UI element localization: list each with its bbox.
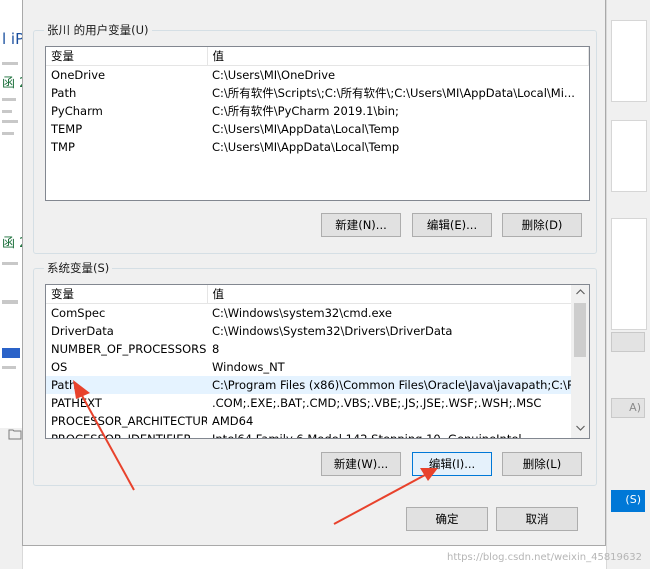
user-delete-button[interactable]: 删除(D) xyxy=(502,213,582,237)
background-text-fragment: l iP xyxy=(2,30,25,48)
variable-name-cell: PROCESSOR_IDENTIFIER xyxy=(51,432,192,439)
scroll-up-icon[interactable] xyxy=(572,285,589,302)
variable-name-cell: PROCESSOR_ARCHITECTURE xyxy=(51,414,207,428)
background-line xyxy=(2,98,16,101)
variable-name-cell: Path xyxy=(51,86,77,100)
list-header: 变量 值 xyxy=(46,285,574,304)
system-delete-button[interactable]: 删除(L) xyxy=(502,452,582,476)
variable-value-cell: 8 xyxy=(212,342,220,356)
table-row[interactable]: TMP C:\Users\MI\AppData\Local\Temp xyxy=(46,138,589,156)
folder-icon xyxy=(8,428,22,444)
variable-value-cell: .COM;.EXE;.BAT;.CMD;.VBS;.VBE;.JS;.JSE;.… xyxy=(212,396,542,410)
variable-value-cell: C:\Users\MI\AppData\Local\Temp xyxy=(212,140,400,154)
variable-value-cell: C:\Windows\System32\Drivers\DriverData xyxy=(212,324,453,338)
table-row[interactable]: Path C:\Program Files (x86)\Common Files\… xyxy=(46,376,574,394)
variable-name-cell: NUMBER_OF_PROCESSORS xyxy=(51,342,207,356)
variable-value-cell: C:\Program Files (x86)\Common Files\Orac… xyxy=(207,376,574,394)
variable-value-cell: AMD64 xyxy=(212,414,254,428)
system-new-button[interactable]: 新建(W)... xyxy=(321,452,401,476)
table-row[interactable]: PROCESSOR_ARCHITECTURE AMD64 xyxy=(46,412,574,430)
background-button xyxy=(611,332,645,352)
variable-value-cell: C:\Users\MI\OneDrive xyxy=(212,68,336,82)
background-line xyxy=(2,132,14,135)
background-button-a: A) xyxy=(611,398,645,418)
cancel-button[interactable]: 取消 xyxy=(496,507,578,531)
background-line xyxy=(2,110,12,113)
variable-name-cell: TEMP xyxy=(51,122,83,136)
system-edit-button[interactable]: 编辑(I)... xyxy=(412,452,492,476)
scroll-thumb[interactable] xyxy=(574,303,586,357)
scroll-down-icon[interactable] xyxy=(572,421,589,438)
table-row[interactable]: ComSpec C:\Windows\system32\cmd.exe xyxy=(46,304,574,323)
background-panel xyxy=(611,120,647,192)
variable-name-cell: ComSpec xyxy=(51,306,106,320)
table-row[interactable]: Path C:\所有软件\Scripts\;C:\所有软件\;C:\Users\M… xyxy=(46,84,589,102)
variable-name-cell: Path xyxy=(46,376,207,394)
table-row[interactable]: PyCharm C:\所有软件\PyCharm 2019.1\bin; xyxy=(46,102,589,120)
column-header-variable[interactable]: 变量 xyxy=(46,47,208,66)
user-variables-list[interactable]: 变量 值 OneDrive C:\Users\MI\OneDrive Path C:\… xyxy=(45,46,590,201)
background-line xyxy=(2,262,18,265)
background-panel xyxy=(611,20,647,102)
environment-variables-dialog: 张川 的用户变量(U) 变量 值 OneDrive C:\Users\MI\One… xyxy=(22,0,606,546)
background-line xyxy=(2,62,18,65)
background-app-left-bottom xyxy=(0,428,23,569)
ok-button[interactable]: 确定 xyxy=(406,507,488,531)
column-header-value[interactable]: 值 xyxy=(207,47,589,66)
user-variables-label: 张川 的用户变量(U) xyxy=(47,23,149,37)
variable-name-cell: OneDrive xyxy=(51,68,106,82)
variable-name-cell: DriverData xyxy=(51,324,114,338)
variable-value-cell: Windows_NT xyxy=(212,360,285,374)
column-header-value[interactable]: 值 xyxy=(207,285,574,304)
table-row[interactable]: DriverData C:\Windows\System32\Drivers\Dr… xyxy=(46,322,574,340)
variable-name-cell: PyCharm xyxy=(51,104,103,118)
user-new-button[interactable]: 新建(N)... xyxy=(321,213,401,237)
background-line xyxy=(2,120,18,123)
variable-value-cell: Intel64 Family 6 Model 142 Stepping 10, … xyxy=(212,432,522,439)
variable-value-cell: C:\Windows\system32\cmd.exe xyxy=(212,306,392,320)
variable-value-cell: C:\所有软件\PyCharm 2019.1\bin; xyxy=(212,104,399,118)
watermark: https://blog.csdn.net/weixin_45819632 xyxy=(446,552,642,563)
system-list-scrollbar[interactable] xyxy=(571,285,589,438)
list-header: 变量 值 xyxy=(46,47,589,66)
system-variables-label: 系统变量(S) xyxy=(47,261,110,275)
background-window-right: A) (S) xyxy=(606,0,650,569)
table-row[interactable]: PROCESSOR_IDENTIFIER Intel64 Family 6 Mod… xyxy=(46,430,574,439)
variable-name-cell: PATHEXT xyxy=(51,396,102,410)
background-line xyxy=(2,366,16,369)
table-row[interactable]: TEMP C:\Users\MI\AppData\Local\Temp xyxy=(46,120,589,138)
variable-name-cell: TMP xyxy=(51,140,75,154)
table-row[interactable]: OneDrive C:\Users\MI\OneDrive xyxy=(46,66,589,85)
variable-name-cell: OS xyxy=(51,360,68,374)
table-row[interactable]: PATHEXT .COM;.EXE;.BAT;.CMD;.VBS;.VBE;.JS… xyxy=(46,394,574,412)
table-row[interactable]: NUMBER_OF_PROCESSORS 8 xyxy=(46,340,574,358)
background-panel xyxy=(611,218,647,330)
variable-value-cell: C:\所有软件\Scripts\;C:\所有软件\;C:\Users\MI\Ap… xyxy=(212,86,575,100)
background-line xyxy=(2,300,18,304)
user-edit-button[interactable]: 编辑(E)... xyxy=(412,213,492,237)
table-row[interactable]: OS Windows_NT xyxy=(46,358,574,376)
variable-value-cell: C:\Users\MI\AppData\Local\Temp xyxy=(212,122,400,136)
background-line xyxy=(2,348,20,358)
background-button-s: (S) xyxy=(611,490,645,512)
column-header-variable[interactable]: 变量 xyxy=(46,285,208,304)
system-variables-list[interactable]: 变量 值 ComSpec C:\Windows\system32\cmd.exe D… xyxy=(45,284,590,439)
